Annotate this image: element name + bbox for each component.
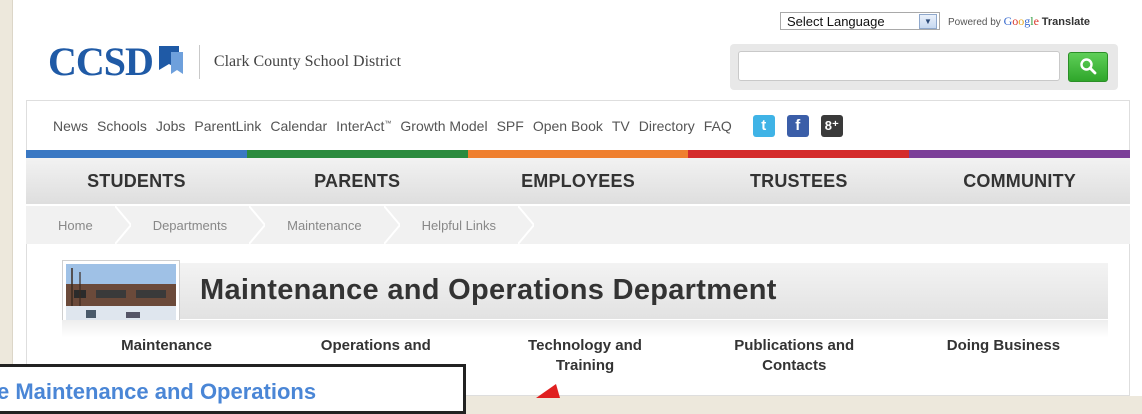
facebook-icon[interactable]: f [786, 114, 809, 137]
twitter-icon[interactable]: t [752, 114, 775, 137]
utility-link-directory[interactable]: Directory [639, 118, 695, 134]
color-bar-segment [909, 150, 1130, 158]
google-logo: Google [1003, 13, 1039, 28]
utility-link-faq[interactable]: FAQ [704, 118, 732, 134]
breadcrumb-departments[interactable]: Departments [153, 218, 227, 233]
powered-by-google[interactable]: Powered by Google Translate [948, 14, 1090, 29]
translate-widget: Select Language ▼ Powered by Google Tran… [780, 12, 1090, 30]
search-box [730, 44, 1118, 90]
search-button[interactable] [1068, 52, 1108, 82]
main-nav-employees[interactable]: EMPLOYEES [468, 171, 689, 192]
breadcrumb-chevron-icon [383, 206, 400, 244]
color-bar-segment [467, 150, 689, 158]
language-select[interactable]: Select Language ▼ [780, 12, 940, 30]
color-bar-segment [26, 150, 247, 158]
subnav-technology-training[interactable]: Technology and Training [480, 320, 689, 380]
color-bar-segment [246, 150, 468, 158]
utility-link-open-book[interactable]: Open Book [533, 118, 603, 134]
utility-link-parentlink[interactable]: ParentLink [194, 118, 261, 134]
breadcrumb: Home Departments Maintenance Helpful Lin… [26, 206, 1130, 244]
main-nav-community[interactable]: COMMUNITY [909, 171, 1130, 192]
utility-link-spf[interactable]: SPF [497, 118, 524, 134]
building-photo [66, 264, 176, 324]
main-nav-trustees[interactable]: TRUSTEES [688, 171, 909, 192]
ccsd-logo[interactable]: CCSD Clark County School District [48, 42, 401, 82]
language-select-label: Select Language [787, 13, 885, 29]
subnav-publications-contacts[interactable]: Publications and Contacts [690, 320, 899, 380]
department-title: Maintenance and Operations Department [200, 274, 777, 306]
google-plus-icon[interactable]: 8⁺ [820, 114, 843, 137]
utility-link-calendar[interactable]: Calendar [270, 118, 327, 134]
utility-link-tv[interactable]: TV [612, 118, 630, 134]
utility-link-jobs[interactable]: Jobs [156, 118, 186, 134]
main-nav-students[interactable]: STUDENTS [26, 171, 247, 192]
utility-link-news[interactable]: News [53, 118, 88, 134]
search-icon [1080, 57, 1097, 74]
logo-text: CCSD [48, 39, 154, 84]
main-nav-parents[interactable]: PARENTS [247, 171, 468, 192]
department-photo [62, 260, 180, 328]
utility-link-interact[interactable]: InterAct™ [336, 118, 391, 134]
bookmark-logo-icon [158, 46, 183, 74]
logo-divider [198, 45, 200, 79]
breadcrumb-helpful-links[interactable]: Helpful Links [422, 218, 496, 233]
utility-link-schools[interactable]: Schools [97, 118, 147, 134]
subnav-doing-business[interactable]: Doing Business [899, 320, 1108, 380]
breadcrumb-chevron-icon [518, 206, 534, 244]
color-bar-segment [688, 150, 910, 158]
annotation-callout: e Maintenance and Operations [0, 364, 466, 414]
breadcrumb-home[interactable]: Home [58, 218, 93, 233]
chevron-down-icon[interactable]: ▼ [919, 13, 937, 29]
color-bar [26, 150, 1130, 158]
breadcrumb-chevron-icon [114, 206, 131, 244]
main-nav: STUDENTS PARENTS EMPLOYEES TRUSTEES COMM… [26, 158, 1130, 204]
district-name: Clark County School District [213, 53, 402, 70]
breadcrumb-chevron-icon [249, 206, 266, 244]
breadcrumb-maintenance[interactable]: Maintenance [287, 218, 361, 233]
utility-link-growth-model[interactable]: Growth Model [400, 118, 487, 134]
utility-nav: News Schools Jobs ParentLink Calendar In… [26, 100, 1130, 150]
search-input[interactable] [738, 51, 1060, 81]
annotation-text: e Maintenance and Operations [0, 379, 317, 404]
